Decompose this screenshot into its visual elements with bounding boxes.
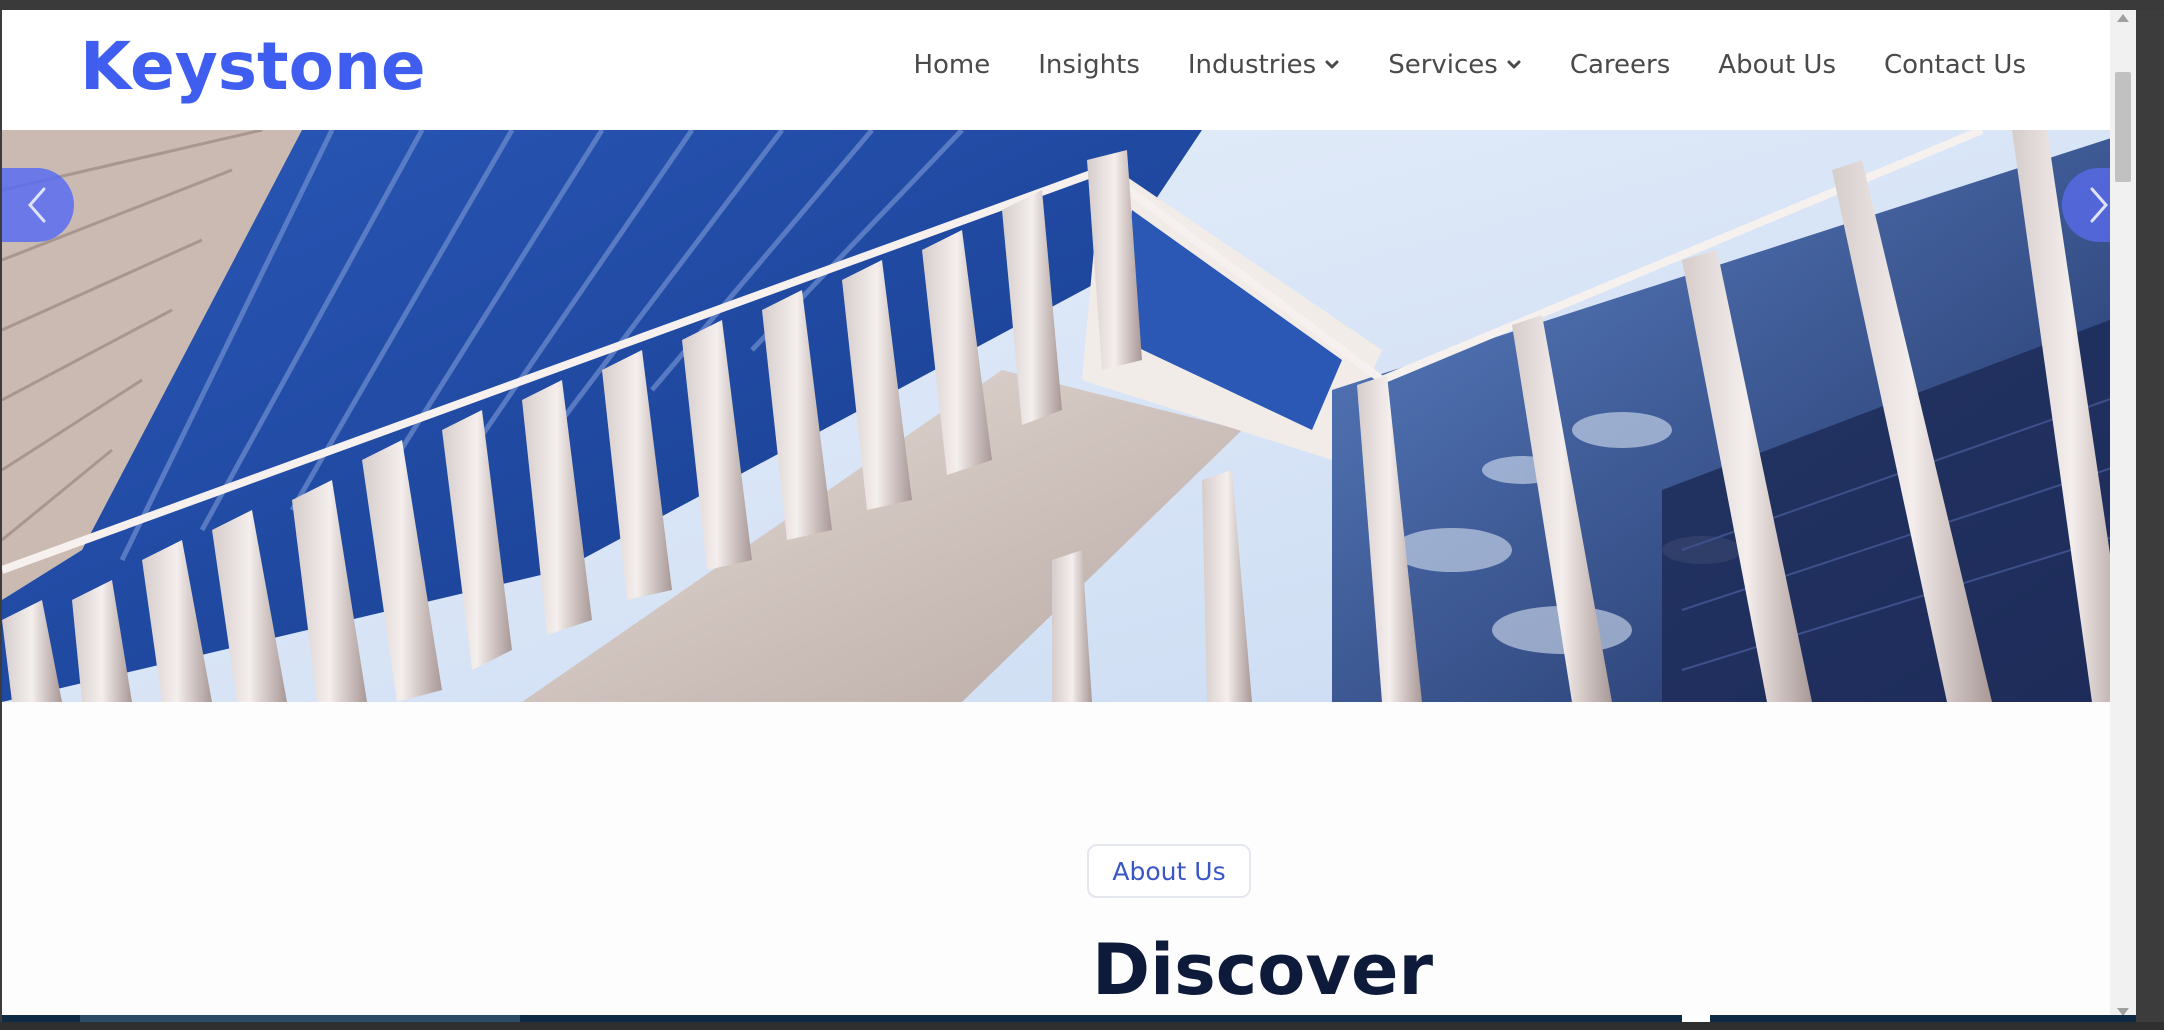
nav-item-about-us[interactable]: About Us: [1718, 50, 1836, 80]
discover-heading: Discover: [1092, 929, 1433, 1011]
nav-item-insights[interactable]: Insights: [1038, 50, 1140, 80]
nav-item-home[interactable]: Home: [913, 50, 990, 80]
nav-item-label: Home: [913, 50, 991, 80]
nav-item-contact-us[interactable]: Contact Us: [1884, 50, 2026, 80]
nav-item-label: Contact Us: [1884, 50, 2026, 80]
hero-carousel: [2, 130, 2136, 702]
nav-item-label: Services: [1388, 50, 1498, 80]
nav-item-label: About Us: [1718, 50, 1836, 80]
vertical-scrollbar[interactable]: [2110, 10, 2136, 1022]
next-section-preview: [2, 1012, 2136, 1025]
chevron-right-icon: [2090, 187, 2108, 223]
hero-building-image: [2, 130, 2136, 702]
window-top-border: [0, 0, 2164, 10]
scroll-up-arrow-icon[interactable]: [2117, 14, 2129, 22]
nav-item-services[interactable]: Services: [1388, 50, 1522, 80]
nav-item-label: Insights: [1038, 50, 1140, 80]
chevron-down-icon: [1507, 60, 1521, 69]
window-bottom-border: [0, 1022, 2164, 1030]
scroll-thumb[interactable]: [2115, 72, 2131, 182]
carousel-prev-button[interactable]: [2, 168, 74, 242]
main-nav: Home Insights Industries Services Career…: [913, 50, 2026, 80]
chevron-down-icon: [1325, 60, 1339, 69]
chevron-left-icon: [28, 187, 46, 223]
brand-logo[interactable]: Keystone: [80, 34, 426, 100]
nav-item-label: Careers: [1569, 50, 1671, 80]
site-header: Keystone Home Insights Industries Servic…: [2, 10, 2136, 130]
nav-item-careers[interactable]: Careers: [1570, 50, 1670, 80]
nav-item-industries[interactable]: Industries: [1188, 50, 1340, 80]
section-heading-container: Discover: [1092, 935, 1433, 1005]
nav-item-label: Industries: [1187, 50, 1317, 80]
about-us-badge: About Us: [1087, 844, 1251, 898]
page-viewport: Keystone Home Insights Industries Servic…: [2, 10, 2136, 1022]
